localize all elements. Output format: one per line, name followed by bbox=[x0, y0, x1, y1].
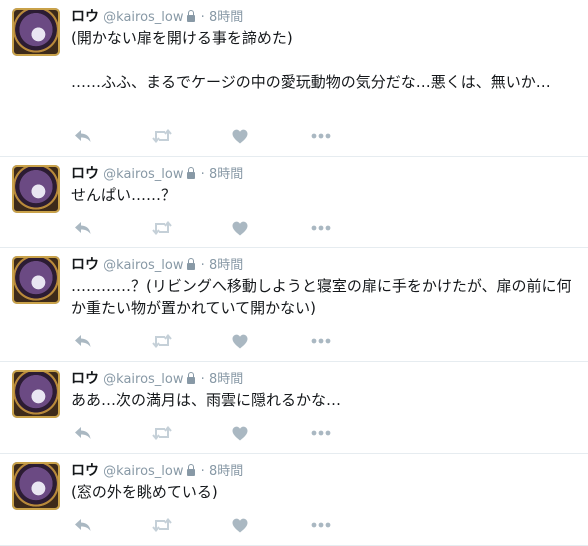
display-name[interactable]: ロウ bbox=[71, 257, 99, 273]
separator-dot: · bbox=[200, 372, 205, 387]
tweet-item[interactable]: ロウ @kairos_low · 8時間 せんぱい……？ bbox=[0, 157, 588, 248]
separator-dot: · bbox=[200, 167, 205, 182]
user-handle[interactable]: @kairos_low bbox=[103, 10, 183, 25]
retweet-icon[interactable] bbox=[150, 218, 174, 238]
tweet-header: ロウ @kairos_low · 8時間 bbox=[71, 165, 243, 184]
display-name[interactable]: ロウ bbox=[71, 371, 99, 387]
like-icon[interactable] bbox=[228, 515, 252, 535]
retweet-icon[interactable] bbox=[150, 126, 174, 146]
lock-icon bbox=[186, 464, 195, 476]
avatar[interactable] bbox=[12, 462, 60, 510]
tweet-actions bbox=[71, 218, 371, 238]
more-icon[interactable] bbox=[309, 423, 333, 443]
avatar[interactable] bbox=[12, 165, 60, 213]
tweet-item[interactable]: ロウ @kairos_low · 8時間 …………？(リビングへ移動しようと寝室の… bbox=[0, 248, 588, 362]
separator-dot: · bbox=[200, 258, 205, 273]
tweet-header: ロウ @kairos_low · 8時間 bbox=[71, 370, 243, 389]
retweet-icon[interactable] bbox=[150, 423, 174, 443]
timestamp[interactable]: 8時間 bbox=[209, 10, 243, 25]
tweet-text: (開かない扉を開ける事を諦めた) ……ふふ、まるでケージの中の愛玩動物の気分だな… bbox=[71, 29, 551, 91]
timeline: ロウ @kairos_low · 8時間 (開かない扉を開ける事を諦めた) ……ふ… bbox=[0, 0, 588, 546]
user-handle[interactable]: @kairos_low bbox=[103, 167, 183, 182]
display-name[interactable]: ロウ bbox=[71, 9, 99, 25]
user-handle[interactable]: @kairos_low bbox=[103, 258, 183, 273]
lock-icon bbox=[186, 372, 195, 384]
more-icon[interactable] bbox=[309, 126, 333, 146]
like-icon[interactable] bbox=[228, 218, 252, 238]
tweet-actions bbox=[71, 515, 371, 535]
reply-icon[interactable] bbox=[71, 515, 95, 535]
tweet-header: ロウ @kairos_low · 8時間 bbox=[71, 256, 243, 275]
more-icon[interactable] bbox=[309, 515, 333, 535]
user-handle[interactable]: @kairos_low bbox=[103, 464, 183, 479]
lock-icon bbox=[186, 10, 195, 22]
tweet-item[interactable]: ロウ @kairos_low · 8時間 (窓の外を眺めている) bbox=[0, 454, 588, 546]
tweet-header: ロウ @kairos_low · 8時間 bbox=[71, 462, 243, 481]
like-icon[interactable] bbox=[228, 126, 252, 146]
lock-icon bbox=[186, 258, 195, 270]
reply-icon[interactable] bbox=[71, 218, 95, 238]
timestamp[interactable]: 8時間 bbox=[209, 167, 243, 182]
display-name[interactable]: ロウ bbox=[71, 463, 99, 479]
tweet-text: …………？(リビングへ移動しようと寝室の扉に手をかけたが、扉の前に何か重たい物が… bbox=[71, 277, 572, 317]
avatar[interactable] bbox=[12, 370, 60, 418]
lock-icon bbox=[186, 167, 195, 179]
like-icon[interactable] bbox=[228, 423, 252, 443]
tweet-text: ああ…次の満月は、雨雲に隠れるかな… bbox=[71, 391, 342, 409]
avatar[interactable] bbox=[12, 256, 60, 304]
reply-icon[interactable] bbox=[71, 423, 95, 443]
retweet-icon[interactable] bbox=[150, 331, 174, 351]
like-icon[interactable] bbox=[228, 331, 252, 351]
tweet-item[interactable]: ロウ @kairos_low · 8時間 (開かない扉を開ける事を諦めた) ……ふ… bbox=[0, 0, 588, 157]
more-icon[interactable] bbox=[309, 218, 333, 238]
avatar[interactable] bbox=[12, 8, 60, 56]
tweet-actions bbox=[71, 331, 371, 351]
retweet-icon[interactable] bbox=[150, 515, 174, 535]
tweet-text: (窓の外を眺めている) bbox=[71, 483, 218, 501]
timestamp[interactable]: 8時間 bbox=[209, 464, 243, 479]
timestamp[interactable]: 8時間 bbox=[209, 372, 243, 387]
tweet-header: ロウ @kairos_low · 8時間 bbox=[71, 8, 243, 27]
tweet-item[interactable]: ロウ @kairos_low · 8時間ああ…次の満月は、雨雲に隠れるかな… bbox=[0, 362, 588, 454]
user-handle[interactable]: @kairos_low bbox=[103, 372, 183, 387]
display-name[interactable]: ロウ bbox=[71, 166, 99, 182]
tweet-text: せんぱい……？ bbox=[71, 186, 177, 204]
tweet-actions bbox=[71, 126, 371, 146]
reply-icon[interactable] bbox=[71, 126, 95, 146]
timestamp[interactable]: 8時間 bbox=[209, 258, 243, 273]
more-icon[interactable] bbox=[309, 331, 333, 351]
reply-icon[interactable] bbox=[71, 331, 95, 351]
separator-dot: · bbox=[200, 464, 205, 479]
separator-dot: · bbox=[200, 10, 205, 25]
tweet-actions bbox=[71, 423, 371, 443]
